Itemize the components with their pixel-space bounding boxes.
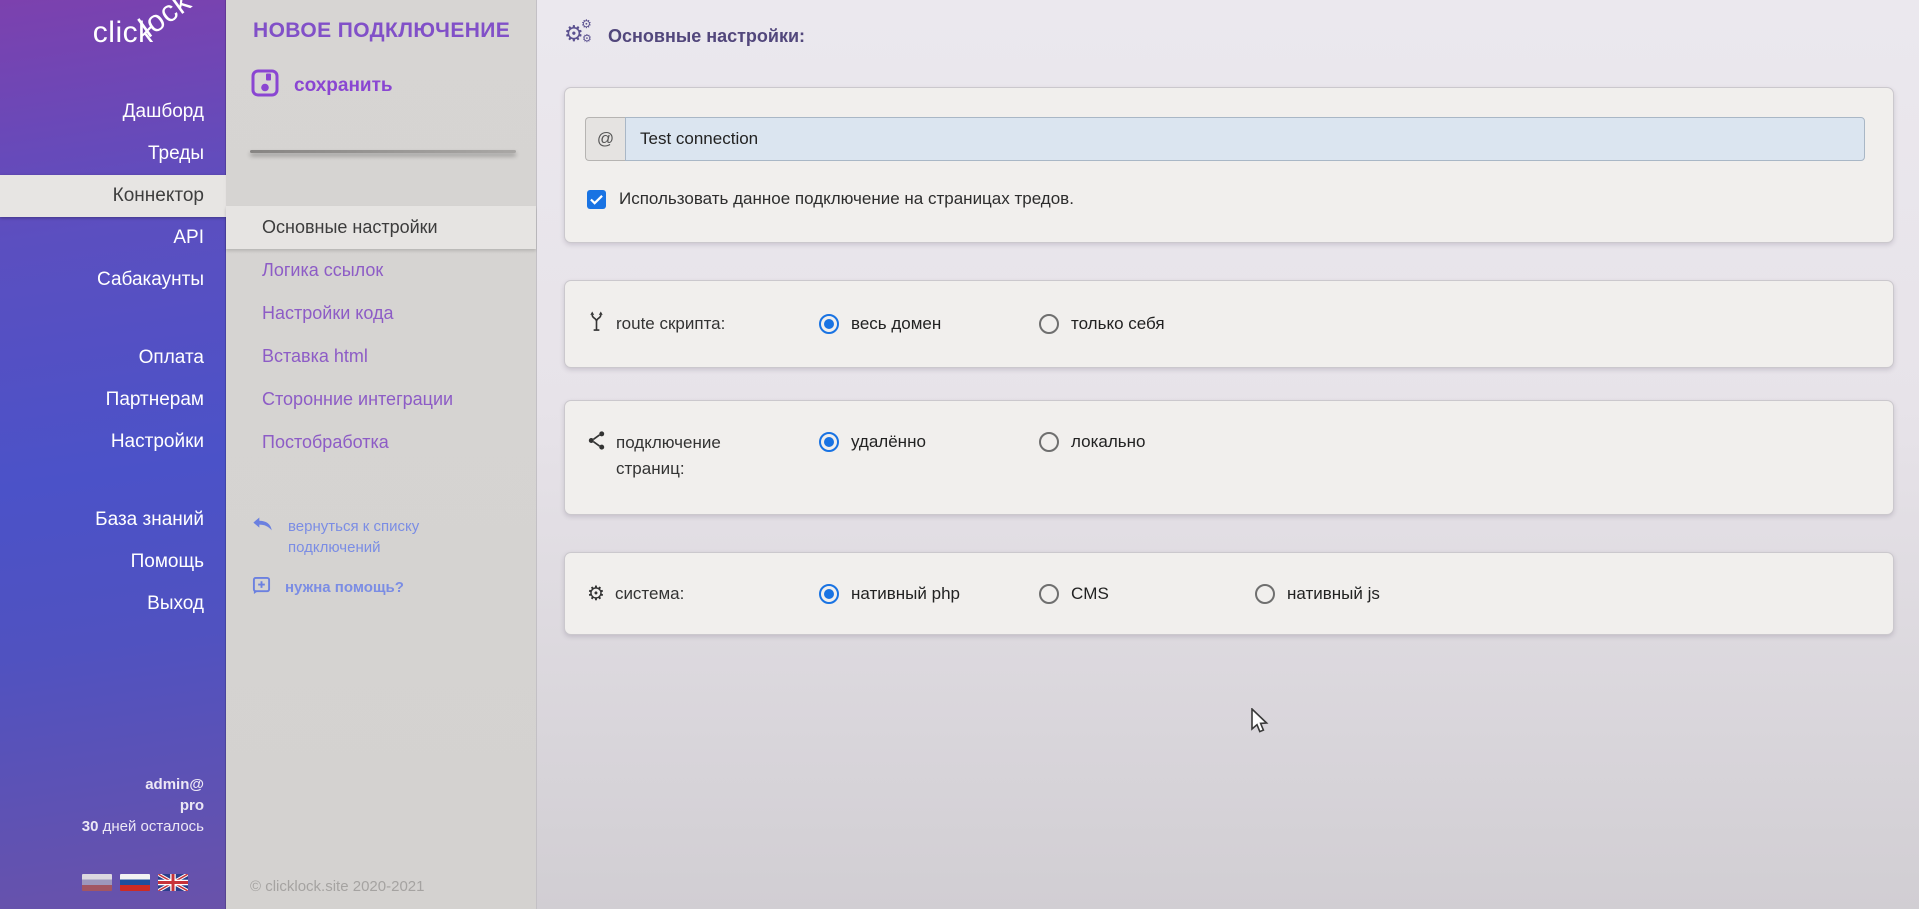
menu-item-integrations[interactable]: Сторонние интеграции xyxy=(226,378,536,421)
radio-selected-icon[interactable] xyxy=(819,314,839,334)
radio-remote[interactable]: удалённо xyxy=(819,432,926,452)
app-logo[interactable]: clicklock xyxy=(93,16,208,50)
sidebar-item-help[interactable]: Помощь xyxy=(0,541,226,583)
section-title: Основные настройки: xyxy=(608,26,805,47)
days-text: дней осталось xyxy=(103,818,204,835)
undo-arrow-icon xyxy=(252,516,274,558)
menu-item-main-settings[interactable]: Основные настройки xyxy=(226,206,536,249)
back-link-label: вернуться к списку подключений xyxy=(288,516,458,558)
checkbox-label: Использовать данное подключение на стран… xyxy=(619,189,1074,209)
radio-unselected-icon[interactable] xyxy=(1039,314,1059,334)
section-header: ⚙⚙⚙ Основные настройки: xyxy=(564,20,805,52)
connection-panel: НОВОЕ ПОДКЛЮЧЕНИЕ сохранить Основные нас… xyxy=(226,0,537,909)
system-label: ⚙ система: xyxy=(587,553,684,634)
back-to-connections-link[interactable]: вернуться к списку подключений xyxy=(252,516,458,558)
copyright-text: © clicklock.site 2020-2021 xyxy=(250,878,424,895)
sidebar-item-api[interactable]: API xyxy=(0,217,226,259)
panel-title: НОВОЕ ПОДКЛЮЧЕНИЕ xyxy=(253,19,510,43)
share-icon xyxy=(587,430,606,456)
radio-native-php[interactable]: нативный php xyxy=(819,584,960,604)
radio-local[interactable]: локально xyxy=(1039,432,1145,452)
sidebar-item-settings[interactable]: Настройки xyxy=(0,421,226,463)
app-screen: clicklock Дашборд Треды Коннектор API Са… xyxy=(0,0,1919,909)
sidebar-item-logout[interactable]: Выход xyxy=(0,583,226,625)
connection-name-group: @ xyxy=(585,117,1865,161)
sidebar-item-connector[interactable]: Коннектор xyxy=(0,175,226,217)
divider xyxy=(250,150,516,153)
add-comment-icon xyxy=(252,576,271,599)
pages-connection-label: подключение страниц: xyxy=(587,401,781,514)
language-switcher xyxy=(82,874,188,891)
days-number: 30 xyxy=(82,818,99,835)
checkbox-checked-icon[interactable] xyxy=(587,190,606,209)
pages-connection-card: подключение страниц: удалённо локально xyxy=(564,400,1894,515)
save-icon xyxy=(250,68,280,104)
need-help-link[interactable]: нужна помощь? xyxy=(252,576,404,599)
spacer xyxy=(0,301,226,337)
radio-selected-icon[interactable] xyxy=(819,432,839,452)
menu-item-html-insert[interactable]: Вставка html xyxy=(226,335,536,378)
radio-whole-domain[interactable]: весь домен xyxy=(819,314,941,334)
use-on-threads-option[interactable]: Использовать данное подключение на стран… xyxy=(587,189,1074,209)
sidebar-item-knowledge-base[interactable]: База знаний xyxy=(0,499,226,541)
radio-selected-icon[interactable] xyxy=(819,584,839,604)
account-email: admin@ xyxy=(82,774,204,795)
flag-russia-icon[interactable] xyxy=(120,874,150,891)
sidebar-item-threads[interactable]: Треды xyxy=(0,133,226,175)
sidebar-nav: Дашборд Треды Коннектор API Сабакаунты О… xyxy=(0,91,226,625)
route-icon xyxy=(587,310,606,338)
connection-name-input[interactable] xyxy=(625,117,1865,161)
help-link-label: нужна помощь? xyxy=(285,579,404,596)
gear-icon: ⚙ xyxy=(587,584,605,604)
connection-settings-menu: Основные настройки Логика ссылок Настрой… xyxy=(226,206,536,464)
radio-unselected-icon[interactable] xyxy=(1255,584,1275,604)
radio-unselected-icon[interactable] xyxy=(1039,584,1059,604)
route-script-card: route скрипта: весь домен только себя xyxy=(564,280,1894,368)
flag-russia-faded-icon[interactable] xyxy=(82,874,112,891)
sidebar-item-partners[interactable]: Партнерам xyxy=(0,379,226,421)
at-icon: @ xyxy=(585,117,625,161)
menu-item-code-settings[interactable]: Настройки кода xyxy=(226,292,536,335)
account-plan: pro xyxy=(82,795,204,816)
account-info: admin@ pro 30 дней осталось xyxy=(82,774,204,837)
flag-uk-icon[interactable] xyxy=(158,874,188,891)
gears-icon: ⚙⚙⚙ xyxy=(564,20,596,52)
radio-unselected-icon[interactable] xyxy=(1039,432,1059,452)
system-card: ⚙ система: нативный php CMS нативный js xyxy=(564,552,1894,635)
radio-cms[interactable]: CMS xyxy=(1039,584,1109,604)
main-content: ⚙⚙⚙ Основные настройки: @ Использовать д… xyxy=(537,0,1919,909)
save-button[interactable]: сохранить xyxy=(246,64,397,108)
sidebar-item-payment[interactable]: Оплата xyxy=(0,337,226,379)
route-script-label: route скрипта: xyxy=(587,281,725,367)
save-button-label: сохранить xyxy=(294,75,393,97)
radio-only-self[interactable]: только себя xyxy=(1039,314,1165,334)
spacer xyxy=(0,463,226,499)
connection-name-card: @ Использовать данное подключение на стр… xyxy=(564,87,1894,243)
menu-item-postprocessing[interactable]: Постобработка xyxy=(226,421,536,464)
menu-item-link-logic[interactable]: Логика ссылок xyxy=(226,249,536,292)
sidebar: clicklock Дашборд Треды Коннектор API Са… xyxy=(0,0,226,909)
sidebar-item-subaccounts[interactable]: Сабакаунты xyxy=(0,259,226,301)
account-days-left: 30 дней осталось xyxy=(82,816,204,837)
radio-native-js[interactable]: нативный js xyxy=(1255,584,1380,604)
sidebar-item-dashboard[interactable]: Дашборд xyxy=(0,91,226,133)
